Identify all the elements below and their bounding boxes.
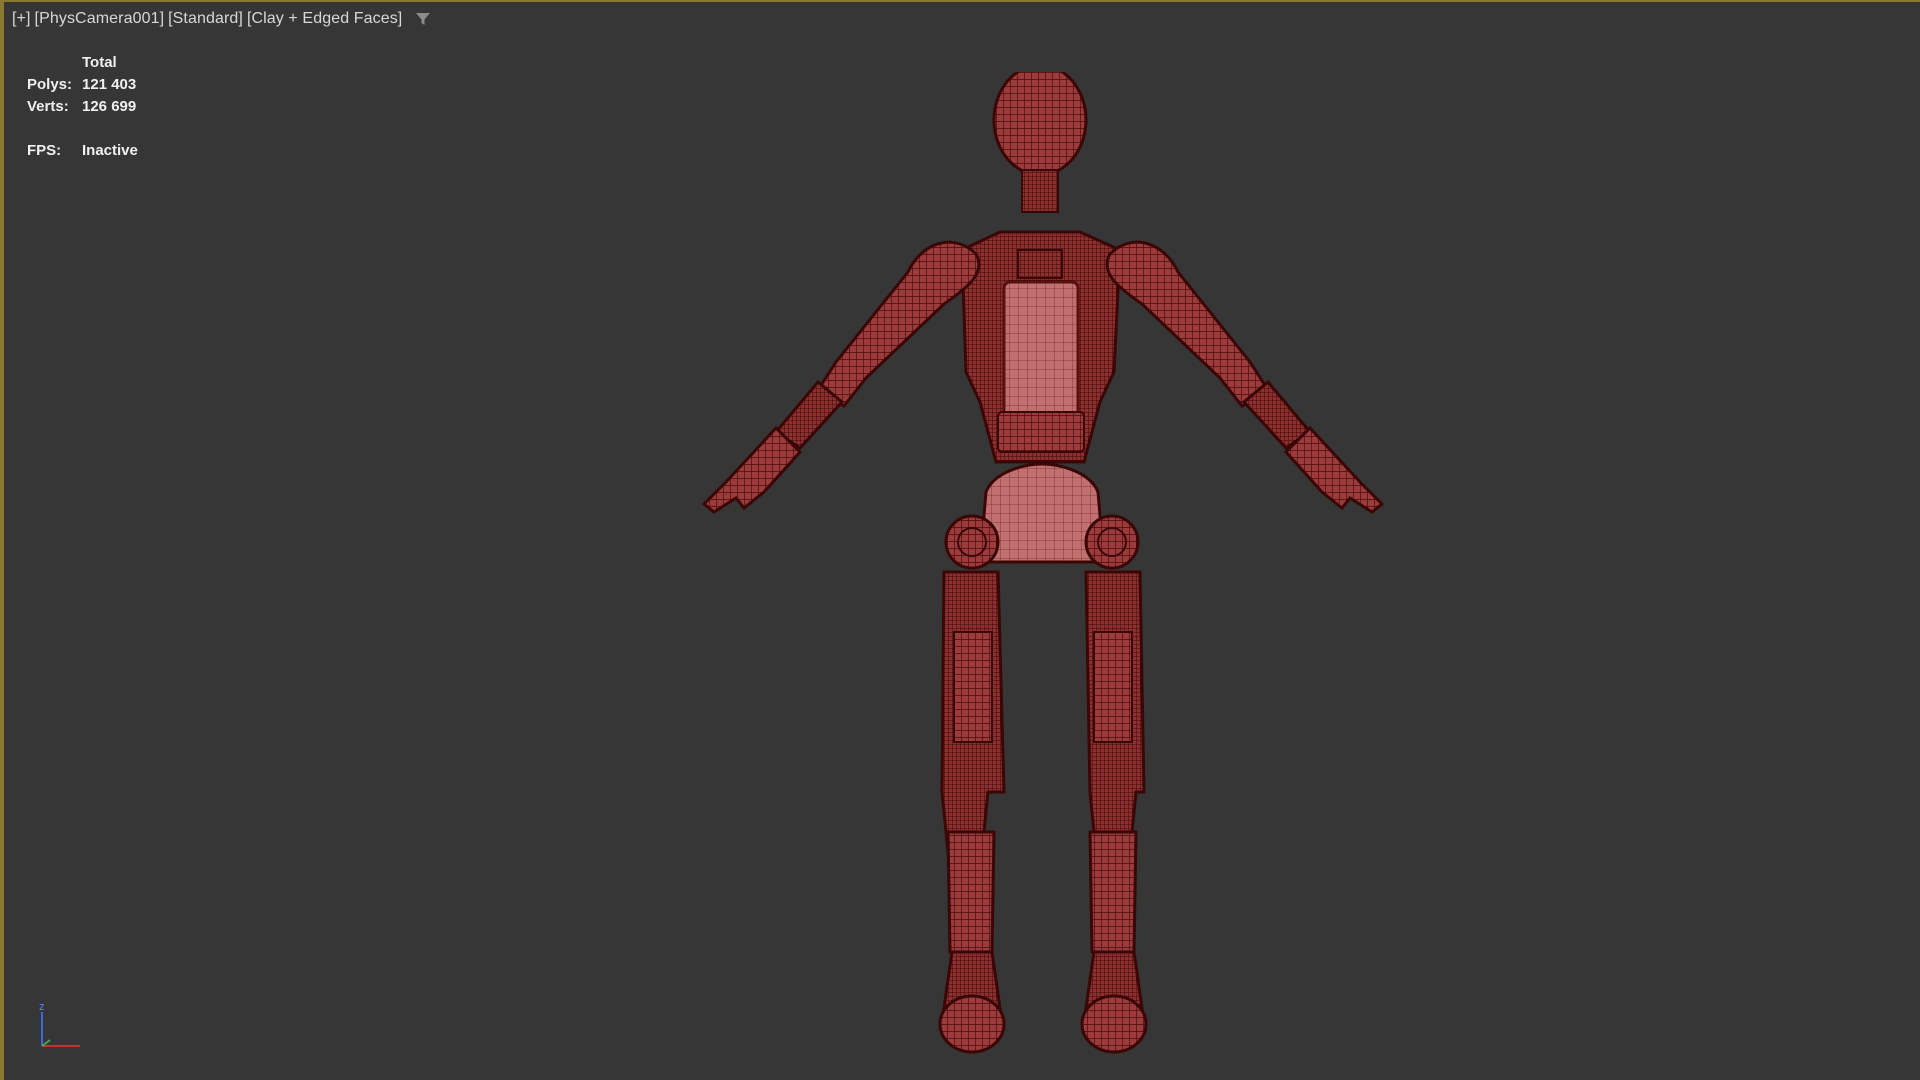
- model-left-leg: [938, 570, 1006, 1054]
- axis-tripod-icon: z: [39, 1001, 80, 1047]
- model-torso: [960, 230, 1122, 464]
- model-right-leg: [1080, 570, 1148, 1054]
- filter-icon[interactable]: [414, 10, 432, 28]
- verts-value: 126 699: [82, 98, 137, 115]
- viewport-display-style-menu[interactable]: [Clay + Edged Faces]: [247, 10, 402, 28]
- polys-label: Polys:: [27, 76, 73, 93]
- viewport-label-menu[interactable]: [+] [PhysCamera001] [Standard] [Clay + E…: [12, 10, 432, 28]
- viewport-camera-menu[interactable]: [PhysCamera001]: [35, 10, 165, 28]
- fps-label: FPS:: [27, 142, 62, 159]
- polys-value: 121 403: [82, 76, 137, 93]
- robot-model-mesh[interactable]: [604, 72, 1484, 1062]
- verts-label: Verts:: [27, 98, 69, 115]
- model-pelvis: [944, 462, 1140, 570]
- statistics-overlay: Total Polys: 121 403 Verts: 126 699 FPS: In…: [27, 52, 138, 162]
- model-head: [992, 72, 1088, 213]
- z-axis-label: z: [39, 1001, 45, 1013]
- model-right-arm: [1105, 240, 1385, 514]
- viewport-general-menu[interactable]: [+]: [12, 10, 31, 28]
- model-left-arm: [701, 240, 981, 514]
- stats-header: Total: [82, 54, 117, 71]
- fps-value: Inactive: [82, 142, 138, 159]
- viewport-shading-preset-menu[interactable]: [Standard]: [168, 10, 243, 28]
- viewport[interactable]: [+] [PhysCamera001] [Standard] [Clay + E…: [0, 0, 1920, 1080]
